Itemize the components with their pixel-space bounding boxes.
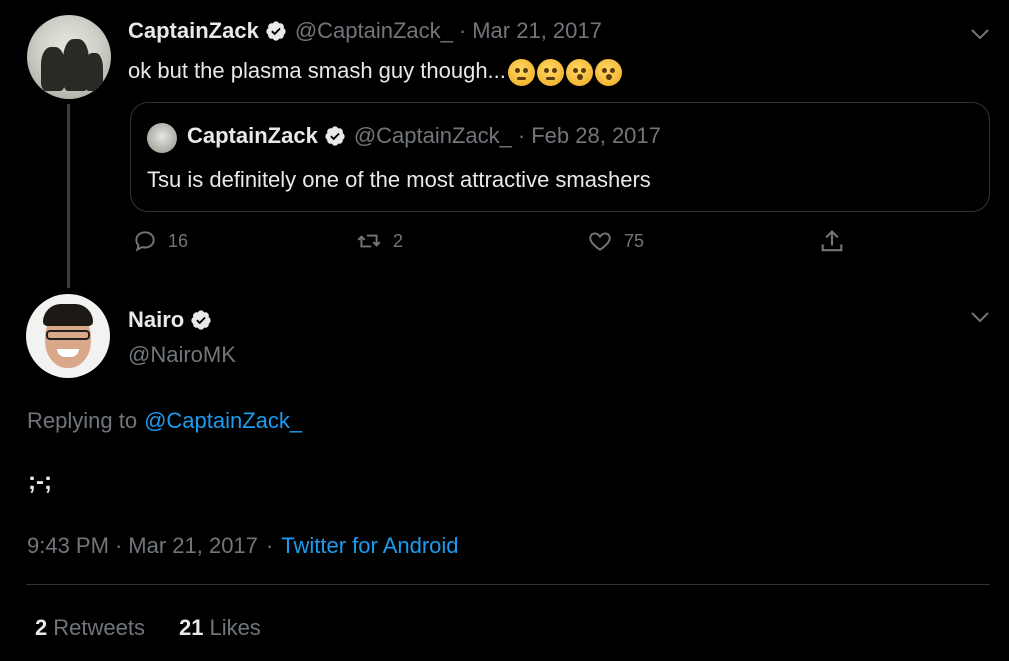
parent-handle[interactable]: @CaptainZack_	[295, 18, 453, 44]
replying-to-link[interactable]: @CaptainZack_	[144, 408, 302, 434]
confounded-face-icon	[536, 58, 564, 86]
retweet-icon	[357, 234, 381, 248]
quoted-handle: @CaptainZack_	[353, 123, 512, 148]
quoted-tweet-card[interactable]: CaptainZack @CaptainZack_ · Feb 28, 2017…	[130, 102, 990, 212]
retweet-count: 2	[393, 230, 404, 251]
parent-date[interactable]: Mar 21, 2017	[472, 18, 602, 44]
like-count: 75	[624, 230, 645, 251]
nairo-avatar[interactable]	[26, 294, 110, 378]
likes-label: Likes	[209, 615, 261, 640]
likes-stat[interactable]: 21 Likes	[179, 615, 261, 641]
replying-to-prefix: Replying to	[27, 408, 138, 433]
meta-separator: ·	[114, 533, 123, 558]
chevron-down-icon[interactable]	[968, 305, 992, 329]
parent-tweet-header: CaptainZack @CaptainZack_ · Mar 21, 2017	[128, 18, 602, 44]
captainzack-avatar[interactable]	[27, 15, 111, 99]
retweets-count: 2	[35, 615, 48, 640]
tweet-time[interactable]: 9:43 PM	[27, 533, 109, 559]
flushed-face-icon	[594, 58, 622, 86]
verified-badge-icon	[325, 126, 345, 146]
parent-tweet-text: ok but the plasma smash guy though...	[128, 58, 506, 83]
chevron-down-icon[interactable]	[968, 22, 992, 46]
heart-icon	[589, 232, 611, 251]
quoted-tweet-text: Tsu is definitely one of the most attrac…	[147, 167, 651, 192]
flushed-face-icon	[565, 58, 593, 86]
stats-divider	[26, 584, 990, 585]
parent-tweet-actions: 16 2 75	[130, 228, 855, 264]
verified-badge-icon	[191, 310, 211, 330]
quoted-author-name: CaptainZack	[187, 123, 318, 148]
thread-connector-line	[67, 104, 70, 288]
verified-badge-icon	[266, 21, 286, 41]
quoted-author-avatar	[147, 123, 177, 153]
reply-button[interactable]: 16	[132, 228, 188, 254]
header-separator: ·	[458, 18, 467, 43]
replying-to-line: Replying to @CaptainZack_	[27, 408, 302, 434]
retweet-button[interactable]: 2	[355, 228, 403, 254]
confounded-face-icon	[507, 58, 535, 86]
main-handle[interactable]: @NairoMK	[128, 342, 236, 368]
main-tweet-text: ;-;	[28, 468, 52, 495]
likes-count: 21	[178, 615, 204, 640]
share-icon	[821, 230, 843, 252]
quoted-separator: ·	[517, 123, 526, 148]
retweets-label: Retweets	[53, 615, 145, 640]
tweet-source-link[interactable]: Twitter for Android	[281, 533, 458, 559]
reply-count: 16	[168, 230, 189, 251]
tweet-stats: 2 Retweets 21 Likes	[35, 615, 261, 641]
tweet-date[interactable]: Mar 21, 2017	[128, 533, 258, 559]
quoted-date: Feb 28, 2017	[531, 123, 661, 148]
retweets-stat[interactable]: 2 Retweets	[35, 615, 145, 641]
quoted-tweet-header: CaptainZack @CaptainZack_ · Feb 28, 2017	[187, 123, 661, 149]
like-button[interactable]: 75	[586, 228, 644, 254]
reply-icon	[135, 231, 155, 252]
tweet-thread: CaptainZack @CaptainZack_ · Mar 21, 2017…	[0, 0, 1009, 661]
share-button[interactable]	[818, 228, 846, 256]
meta-separator: ·	[265, 533, 274, 558]
parent-author-name[interactable]: CaptainZack	[128, 18, 259, 44]
tweet-meta: 9:43 PM · Mar 21, 2017 · Twitter for And…	[27, 533, 459, 559]
main-tweet-author: Nairo	[128, 307, 220, 333]
main-author-name[interactable]: Nairo	[128, 307, 184, 333]
parent-tweet-text-row: ok but the plasma smash guy though...	[128, 58, 622, 86]
